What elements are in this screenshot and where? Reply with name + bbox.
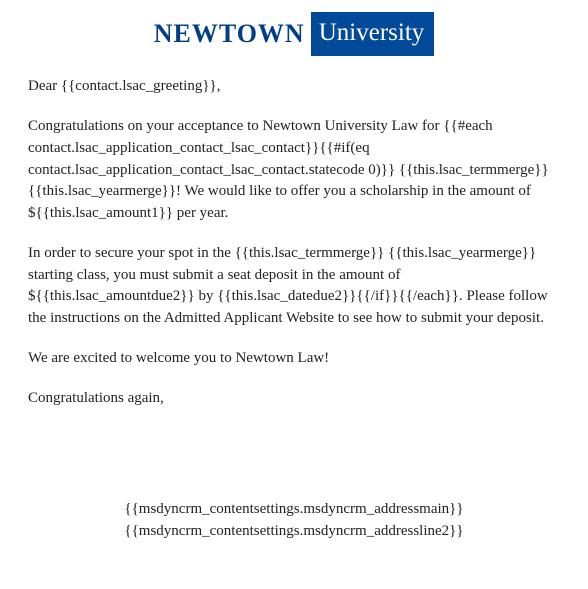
greeting-line: Dear {{contact.lsac_greeting}}, bbox=[28, 76, 560, 98]
footer-address-main: {{msdyncrm_contentsettings.msdyncrm_addr… bbox=[28, 499, 560, 521]
footer-address-line2: {{msdyncrm_contentsettings.msdyncrm_addr… bbox=[28, 521, 560, 543]
deposit-paragraph: In order to secure your spot in the {{th… bbox=[28, 243, 560, 330]
university-logo: NEWTOWN University bbox=[0, 0, 588, 72]
welcome-line: We are excited to welcome you to Newtown… bbox=[28, 348, 560, 370]
footer-address: {{msdyncrm_contentsettings.msdyncrm_addr… bbox=[28, 499, 560, 543]
letter-body: Dear {{contact.lsac_greeting}}, Congratu… bbox=[0, 72, 588, 543]
logo-text-right: University bbox=[311, 12, 435, 56]
acceptance-paragraph: Congratulations on your acceptance to Ne… bbox=[28, 116, 560, 225]
logo-text-left: NEWTOWN bbox=[154, 15, 311, 53]
congrats-line: Congratulations again, bbox=[28, 388, 560, 410]
